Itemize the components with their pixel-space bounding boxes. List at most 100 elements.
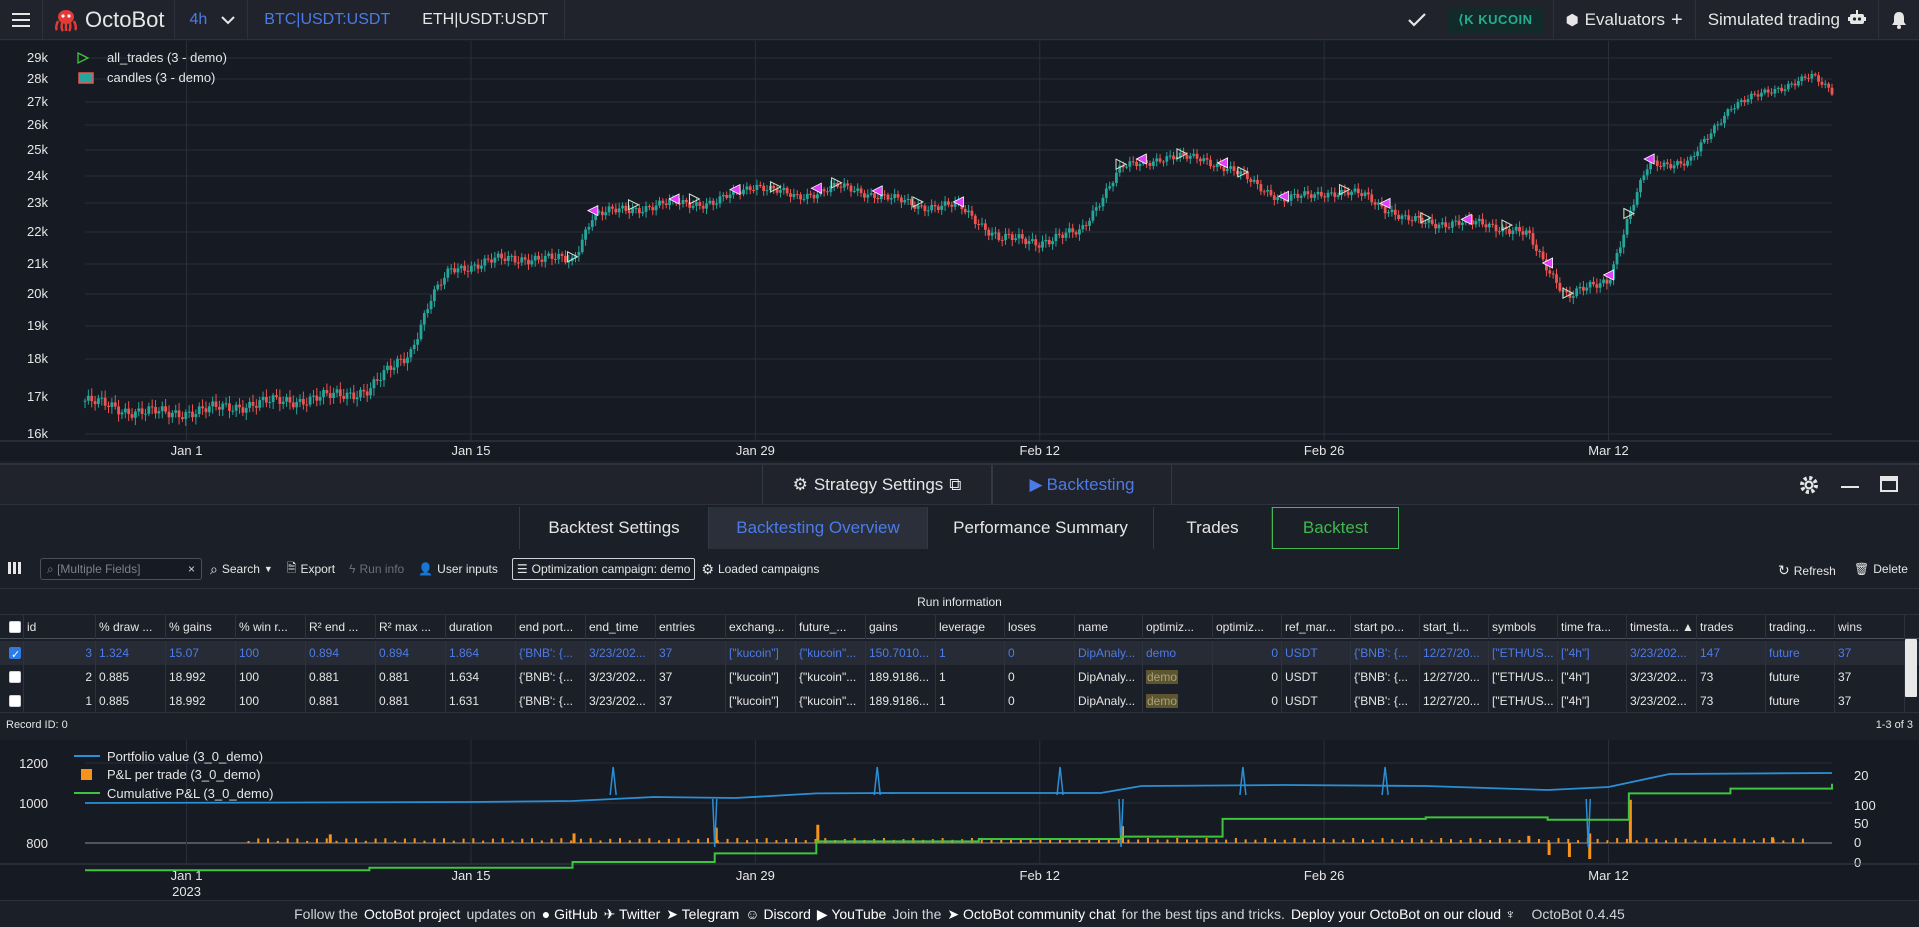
column-header[interactable]: end port... xyxy=(516,615,586,639)
table-row[interactable]: 1 0.885 18.992 100 0.881 0.881 1.631 {'BNB': {.… xyxy=(0,689,1919,713)
footer-link-youtube[interactable]: ▶ YouTube xyxy=(817,906,886,923)
brand-logo[interactable]: OctoBot xyxy=(43,0,176,40)
row-checkbox[interactable] xyxy=(0,689,24,713)
search-input[interactable]: ⌕ [Multiple Fields] × xyxy=(40,558,202,580)
minimize-icon[interactable] xyxy=(1841,486,1859,488)
footer-link-github[interactable]: ● GitHub xyxy=(542,906,598,922)
checkbox-box[interactable] xyxy=(9,671,21,683)
column-header[interactable]: leverage xyxy=(936,615,1005,639)
column-header[interactable]: optimiz... xyxy=(1143,615,1213,639)
footer-link-project[interactable]: OctoBot project xyxy=(364,906,461,922)
pnl-chart-svg[interactable]: 12001000800201005000Jan 1 Jan 15 Jan 29 Feb… xyxy=(0,740,1919,900)
candle-body xyxy=(342,396,346,399)
evaluators-button[interactable]: ⬢ Evaluators + xyxy=(1552,0,1695,40)
price-chart-svg[interactable]: 29k 28k 27k 26k 25k 24k 23k 22k 21k 20k 19k 18k 17k 1… xyxy=(0,41,1919,474)
column-header[interactable]: end_time xyxy=(586,615,656,639)
search-icon: ⌕ xyxy=(210,560,218,577)
loaded-campaigns-button[interactable]: ⚙ Loaded campaigns xyxy=(701,561,819,578)
price-chart[interactable]: 29k 28k 27k 26k 25k 24k 23k 22k 21k 20k 19k 18k 17k 1… xyxy=(0,41,1919,474)
column-header[interactable]: % gains xyxy=(166,615,236,639)
gear-icon[interactable] xyxy=(1798,474,1820,499)
table-cell: 3/23/202... xyxy=(586,665,656,689)
campaign-selector[interactable]: ☰ Optimization campaign: demo xyxy=(511,558,696,580)
column-header[interactable]: exchang... xyxy=(726,615,796,639)
column-header[interactable]: future_... xyxy=(796,615,866,639)
check-icon[interactable] xyxy=(1396,0,1438,40)
column-header[interactable]: gains xyxy=(866,615,936,639)
column-header[interactable]: wins xyxy=(1835,615,1905,639)
column-header[interactable]: start_ti... xyxy=(1420,615,1489,639)
column-header[interactable]: start po... xyxy=(1351,615,1420,639)
table-row[interactable]: 31.32415.071000.8940.8941.864{'BNB': {..… xyxy=(0,641,1919,665)
candle-body xyxy=(301,398,305,405)
chevron-down-icon[interactable] xyxy=(217,0,249,40)
table-cell: ["ETH/US... xyxy=(1489,641,1558,665)
footer-link-telegram[interactable]: ➤ Telegram xyxy=(666,906,739,923)
checkbox-box[interactable] xyxy=(9,643,21,665)
column-header[interactable]: trades xyxy=(1697,615,1766,639)
table-scrollbar[interactable] xyxy=(1905,639,1917,697)
y-tick-label: 29k xyxy=(27,50,48,65)
candle-body xyxy=(392,367,396,370)
column-header[interactable]: timesta... ▲ xyxy=(1627,615,1697,639)
column-header[interactable]: trading... xyxy=(1766,615,1835,639)
clear-icon[interactable]: × xyxy=(188,562,195,576)
candle-body xyxy=(1027,240,1031,245)
telegram-icon-2: ➤ xyxy=(947,905,960,922)
tab-backtest-settings[interactable]: Backtest Settings xyxy=(519,507,709,549)
column-header[interactable]: symbols xyxy=(1489,615,1558,639)
tab-backtesting[interactable]: ▶ Backtesting xyxy=(992,465,1172,505)
user-inputs-button[interactable]: 👤 User inputs xyxy=(418,562,498,576)
pair-tab-eth[interactable]: ETH|USDT:USDT xyxy=(406,0,566,40)
table-cell: 150.7010... xyxy=(866,641,936,665)
delete-button[interactable]: 🗑 Delete xyxy=(1854,562,1908,576)
maximize-icon[interactable] xyxy=(1880,476,1898,492)
pair-tab-btc[interactable]: BTC|USDT:USDT xyxy=(248,0,406,40)
column-header[interactable]: % draw ... xyxy=(96,615,166,639)
candle-body xyxy=(641,211,645,214)
column-header[interactable]: id xyxy=(24,615,96,639)
column-header[interactable]: loses xyxy=(1005,615,1075,639)
column-header[interactable]: ref_mar... xyxy=(1282,615,1351,639)
tab-backtesting-overview[interactable]: Backtesting Overview xyxy=(709,507,928,549)
pnl-bar xyxy=(1655,838,1658,843)
menu-icon[interactable] xyxy=(0,0,43,40)
candle-body xyxy=(1548,270,1552,274)
candle-body xyxy=(1054,233,1058,242)
tab-trades[interactable]: Trades xyxy=(1154,507,1272,549)
column-header[interactable]: R² max ... xyxy=(376,615,446,639)
column-header[interactable]: optimiz... xyxy=(1213,615,1282,639)
export-button[interactable]: 🗎 Export xyxy=(287,559,335,580)
trading-mode-button[interactable]: Simulated trading xyxy=(1694,0,1878,40)
column-header[interactable]: duration xyxy=(446,615,516,639)
checkbox-box[interactable] xyxy=(9,695,21,707)
table-cell: {"kucoin"... xyxy=(796,665,866,689)
refresh-button[interactable]: ↻ Refresh xyxy=(1778,562,1836,579)
table-row[interactable]: 2 0.885 18.992 100 0.881 0.881 1.634 {'BNB': {.… xyxy=(0,665,1919,689)
footer-link-discord[interactable]: ☺ Discord xyxy=(745,906,811,922)
exchange-badge[interactable]: ⟨K KUCOIN xyxy=(1447,7,1543,33)
run-info-button[interactable]: ϟ Run info xyxy=(349,562,404,576)
select-all-checkbox[interactable] xyxy=(0,615,24,639)
timeframe-selector[interactable]: 4h xyxy=(175,0,217,40)
row-checkbox[interactable] xyxy=(0,665,24,689)
checkbox-box[interactable] xyxy=(9,621,21,633)
footer-link-twitter[interactable]: ✈ Twitter xyxy=(604,906,661,923)
tab-strategy-settings[interactable]: ⚙ Strategy Settings ⧉ xyxy=(762,465,992,505)
column-header[interactable]: R² end ... xyxy=(306,615,376,639)
tab-backtest[interactable]: Backtest xyxy=(1272,507,1399,549)
column-header[interactable]: name xyxy=(1075,615,1143,639)
column-header[interactable]: entries xyxy=(656,615,726,639)
bell-icon[interactable] xyxy=(1878,0,1919,40)
footer-link-community[interactable]: ➤ OctoBot community chat xyxy=(947,906,1115,923)
column-header[interactable]: % win r... xyxy=(236,615,306,639)
column-header[interactable]: time fra... xyxy=(1558,615,1627,639)
columns-icon[interactable] xyxy=(8,562,22,577)
candle-body xyxy=(170,412,174,418)
footer-link-cloud[interactable]: Deploy your OctoBot on our cloud ♆ xyxy=(1291,906,1516,922)
x-tick-label: Feb 12 xyxy=(1020,443,1060,458)
search-dropdown[interactable]: ⌕ Search ▼ xyxy=(210,561,273,578)
row-checkbox[interactable] xyxy=(0,641,24,665)
pnl-chart[interactable]: 1200 1000 800 20 100 50 0 0 Jan 1 Jan 15 Jan 29 Feb… xyxy=(0,740,1919,900)
tab-performance-summary[interactable]: Performance Summary xyxy=(928,507,1154,549)
